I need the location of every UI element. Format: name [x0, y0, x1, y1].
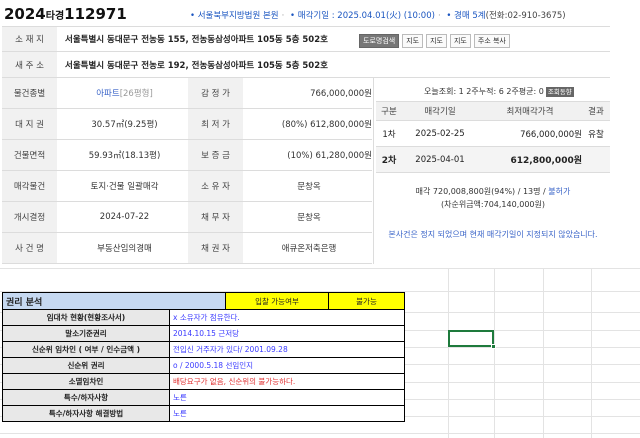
- auction-detail-panel: 2024타경112971 • 서울북부지방법원 본원 · • 매각기일 : 202…: [0, 0, 612, 268]
- info-label: 건물면적: [2, 140, 57, 170]
- price: 612,800,000원: [510, 156, 582, 166]
- rights-value[interactable]: 전입신 거주자가 있다/ 2001.09.28: [169, 341, 405, 358]
- new-address-value: 서울특별시 동대문구 전농로 192, 전농동삼성아파트 105동 5층 502…: [65, 60, 328, 71]
- sale-date: • 매각기일 : 2025.04.01(火) (10:00): [290, 11, 435, 21]
- appraisal-price: 766,000,000원: [310, 89, 372, 99]
- court-name: • 서울북부지방법원 본원: [190, 11, 279, 21]
- rights-value[interactable]: 노른: [169, 389, 405, 406]
- creditor: 애큐온저축은행: [281, 244, 337, 254]
- rights-label: 신순위 임차인 ( 여부 / 인수금액 ): [2, 341, 170, 358]
- location-value: 서울특별시 동대문구 전농동 155, 전농동삼성아파트 105동 5층 502…: [65, 35, 328, 45]
- rights-value[interactable]: 노른: [169, 405, 405, 422]
- info-row: 매각물건 토지·건물 일괄매각 소 유 자 문창옥: [2, 171, 372, 202]
- info-row: 건물면적 59.93㎡(18.13평) 보 증 금 (10%) 61,280,0…: [2, 140, 372, 171]
- info-label: 물건종별: [2, 78, 57, 108]
- impossible-header: 불가능: [328, 292, 405, 310]
- rights-value[interactable]: 2014.10.15 근저당: [169, 325, 405, 342]
- header-info: • 서울북부지방법원 본원 · • 매각기일 : 2025.04.01(火) (1…: [190, 11, 566, 21]
- info-row: 사 건 명 부동산임의경매 채 권 자 애큐온저축은행: [2, 233, 372, 264]
- department: • 경매 5계: [446, 11, 486, 21]
- table-header: 구분 매각기일 최저매각가격 결과: [376, 101, 610, 121]
- owner: 문창옥: [297, 182, 321, 192]
- road-search-button[interactable]: 도로명검색: [359, 34, 400, 48]
- col-round: 구분: [381, 107, 397, 117]
- date: 2025-04-01: [415, 154, 465, 165]
- property-type-link[interactable]: 아파트: [96, 87, 119, 99]
- info-label: 매각물건: [2, 171, 57, 201]
- address-row: 소 재 지 서울특별시 동대문구 전농동 155, 전농동삼성아파트 105동 …: [2, 26, 610, 52]
- copy-address-button[interactable]: 주소 복사: [473, 34, 510, 48]
- table-row: 1차 2025-02-25 766,000,000원 유찰: [376, 121, 610, 147]
- rights-label: 말소기준권리: [2, 325, 170, 342]
- fill-handle[interactable]: [491, 344, 496, 349]
- spreadsheet: 권리 분석 입찰 가능여부 불가능 임대차 현황(현황조사서) x 소유자가 점…: [0, 268, 640, 438]
- view-counter: 오늘조회: 1 2주누적: 6 2주평균: 0 조회동향: [424, 87, 574, 97]
- phone: (전화:02-910-3675): [485, 11, 566, 21]
- sale-summary: 매각 720,008,800원(94%) / 13명 / 불허가 (차순위금액:…: [415, 187, 571, 209]
- new-address-row: 새 주 소 서울특별시 동대문구 전농로 192, 전농동삼성아파트 105동 …: [2, 52, 610, 78]
- info-label: 채 무 자: [188, 202, 243, 232]
- bid-possible-header: 입찰 가능여부: [225, 292, 329, 310]
- rights-value[interactable]: x 소유자가 점유한다.: [169, 309, 405, 326]
- rights-title: 권리 분석: [2, 292, 226, 310]
- rights-label: 특수/하자사항 해결방법: [2, 405, 170, 422]
- info-value: 59.93㎡(18.13평): [88, 151, 161, 161]
- map-button-1[interactable]: 지도: [402, 34, 424, 48]
- debtor: 문창옥: [297, 213, 321, 223]
- suspension-notice: 본사건은 정지 되었으며 현재 매각기일이 지정되지 않았습니다.: [388, 230, 598, 239]
- info-label: 보 증 금: [188, 140, 243, 170]
- new-address-label: 새 주 소: [2, 52, 57, 77]
- info-value: 부동산임의경매: [97, 244, 152, 254]
- case-header: 2024타경112971 • 서울북부지방법원 본원 · • 매각기일 : 202…: [0, 0, 612, 26]
- col-date: 매각기일: [424, 107, 456, 117]
- col-result: 결과: [588, 107, 604, 117]
- info-value: 아파트 [26평형]: [62, 78, 187, 108]
- info-label: 개시결정: [2, 202, 57, 232]
- table-row: 2차 2025-04-01 612,800,000원: [376, 147, 610, 173]
- info-value: 2024-07-22: [99, 212, 150, 222]
- rejection-link[interactable]: 불허가: [548, 187, 570, 196]
- date: 2025-02-25: [415, 128, 465, 139]
- info-value: 토지·건물 일괄매각: [90, 182, 159, 192]
- rights-label: 임대차 현황(현황조사서): [2, 309, 170, 326]
- info-label: 최 저 가: [188, 109, 243, 139]
- info-label: 사 건 명: [2, 233, 57, 263]
- rights-label: 신순위 권리: [2, 357, 170, 374]
- rights-value[interactable]: 배당요구가 없음, 신순위의 불가능하다.: [169, 373, 405, 390]
- result: [582, 147, 610, 172]
- info-label: 소 유 자: [188, 171, 243, 201]
- round: 1차: [382, 129, 396, 140]
- rights-value[interactable]: o / 2000.5.18 선임인지: [169, 357, 405, 374]
- info-label: 채 권 자: [188, 233, 243, 263]
- location-label: 소 재 지: [2, 27, 57, 51]
- result: 유찰: [588, 129, 604, 140]
- view-trend-button[interactable]: 조회동향: [545, 87, 574, 97]
- minimum-price: (80%) 612,800,000원: [281, 120, 372, 130]
- map-buttons: 도로명검색 지도 지도 지도 주소 복사: [359, 34, 510, 48]
- rights-label: 소멸임차인: [2, 373, 170, 390]
- case-number: 2024타경112971: [4, 5, 127, 23]
- col-price: 최저매각가격: [506, 107, 554, 117]
- map-button-3[interactable]: 지도: [449, 34, 471, 48]
- pyeong-type: [26평형]: [119, 89, 153, 99]
- info-row: 대 지 권 30.57㎡(9.25평) 최 저 가 (80%) 612,800,…: [2, 109, 372, 140]
- deposit: (10%) 61,280,000원: [287, 151, 372, 161]
- info-label: 대 지 권: [2, 109, 57, 139]
- info-value: 30.57㎡(9.25평): [91, 120, 158, 130]
- map-button-2[interactable]: 지도: [426, 34, 447, 48]
- price: 766,000,000원: [520, 129, 582, 140]
- round: 2차: [381, 156, 397, 166]
- info-row: 개시결정 2024-07-22 채 무 자 문창옥: [2, 202, 372, 233]
- rights-label: 특수/하자사항: [2, 389, 170, 406]
- info-row: 물건종별 아파트 [26평형] 감 정 가 766,000,000원: [2, 78, 372, 109]
- info-label: 감 정 가: [188, 78, 243, 108]
- selected-cell[interactable]: [448, 330, 496, 349]
